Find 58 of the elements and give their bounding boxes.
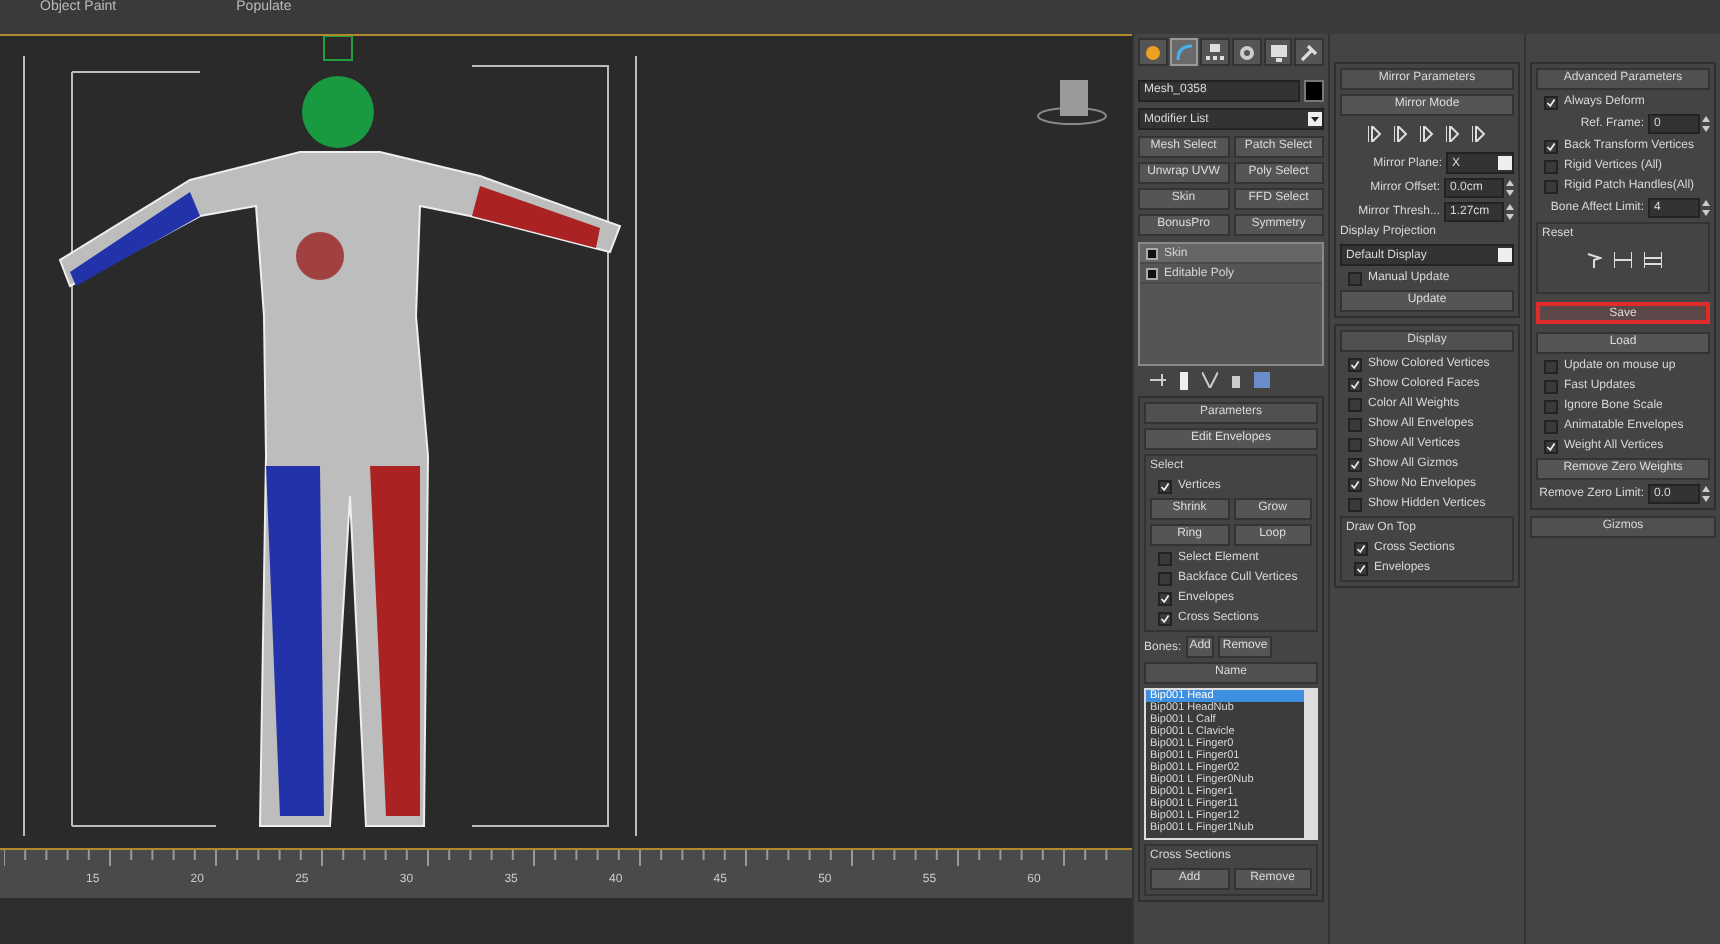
mirror-tool-icon[interactable] bbox=[1394, 126, 1408, 142]
checkbox[interactable] bbox=[1544, 439, 1558, 453]
checkbox[interactable] bbox=[1544, 159, 1558, 173]
pin-icon[interactable] bbox=[1150, 372, 1166, 388]
checkbox[interactable] bbox=[1544, 95, 1558, 109]
panel-tab[interactable] bbox=[1200, 38, 1231, 66]
spinner-arrows-icon[interactable] bbox=[1702, 200, 1710, 216]
curve-icon bbox=[1175, 43, 1193, 61]
checkbox[interactable] bbox=[1158, 611, 1172, 625]
checkbox[interactable] bbox=[1348, 271, 1362, 285]
checkbox[interactable] bbox=[1348, 357, 1362, 371]
checkbox[interactable] bbox=[1158, 479, 1172, 493]
mirror-tool-icon[interactable] bbox=[1446, 126, 1460, 142]
mirror-tool-icon[interactable] bbox=[1368, 126, 1382, 142]
checkbox[interactable] bbox=[1544, 179, 1558, 193]
panel-tab[interactable] bbox=[1169, 38, 1199, 66]
checkbox[interactable] bbox=[1544, 399, 1558, 413]
view-cube-icon[interactable] bbox=[1037, 80, 1107, 125]
checkbox[interactable] bbox=[1348, 397, 1362, 411]
checkbox[interactable] bbox=[1544, 379, 1558, 393]
hammer-icon bbox=[1300, 43, 1319, 61]
checkbox[interactable] bbox=[1348, 377, 1362, 391]
hierarchy-icon bbox=[1206, 43, 1225, 61]
panel-tab[interactable] bbox=[1263, 38, 1293, 66]
panel-tab[interactable] bbox=[1232, 38, 1262, 66]
checkbox[interactable] bbox=[1348, 437, 1362, 451]
bar-icon[interactable] bbox=[1178, 372, 1190, 390]
checkbox[interactable] bbox=[1348, 417, 1362, 431]
reset-vertex-icon[interactable] bbox=[1585, 252, 1601, 268]
checkbox[interactable] bbox=[1158, 591, 1172, 605]
checkbox[interactable] bbox=[1544, 359, 1558, 373]
panel-tab[interactable] bbox=[1294, 38, 1325, 66]
wheel-icon bbox=[1237, 43, 1256, 61]
mirror-tool-icon[interactable] bbox=[1420, 126, 1434, 142]
spinner-arrows-icon[interactable] bbox=[1702, 486, 1710, 502]
sun-icon bbox=[1143, 43, 1162, 61]
reset-all-icon[interactable] bbox=[1643, 252, 1661, 268]
reset-bone-icon[interactable] bbox=[1613, 252, 1631, 268]
dropdown-arrow-icon[interactable] bbox=[1308, 112, 1322, 126]
spinner-arrows-icon[interactable] bbox=[1506, 180, 1514, 196]
viewport[interactable] bbox=[0, 34, 1132, 850]
spinner-arrows-icon[interactable] bbox=[1506, 204, 1514, 220]
checkbox[interactable] bbox=[1348, 457, 1362, 471]
spinner-arrows-icon[interactable] bbox=[1702, 116, 1710, 132]
checkbox[interactable] bbox=[1544, 419, 1558, 433]
checkbox[interactable] bbox=[1544, 139, 1558, 153]
scrollbar[interactable] bbox=[1304, 690, 1316, 838]
checkbox[interactable] bbox=[1348, 477, 1362, 491]
bone-list[interactable] bbox=[1144, 688, 1318, 840]
panel-tab[interactable] bbox=[1138, 38, 1168, 66]
mirror-tool-icon[interactable] bbox=[1472, 126, 1486, 142]
checkbox[interactable] bbox=[1354, 541, 1368, 555]
color-swatch[interactable] bbox=[1304, 80, 1324, 102]
checkbox[interactable] bbox=[1354, 561, 1368, 575]
checkbox[interactable] bbox=[1158, 551, 1172, 565]
checkbox[interactable] bbox=[1348, 497, 1362, 511]
monitor-icon bbox=[1269, 43, 1288, 61]
checkbox[interactable] bbox=[1158, 571, 1172, 585]
